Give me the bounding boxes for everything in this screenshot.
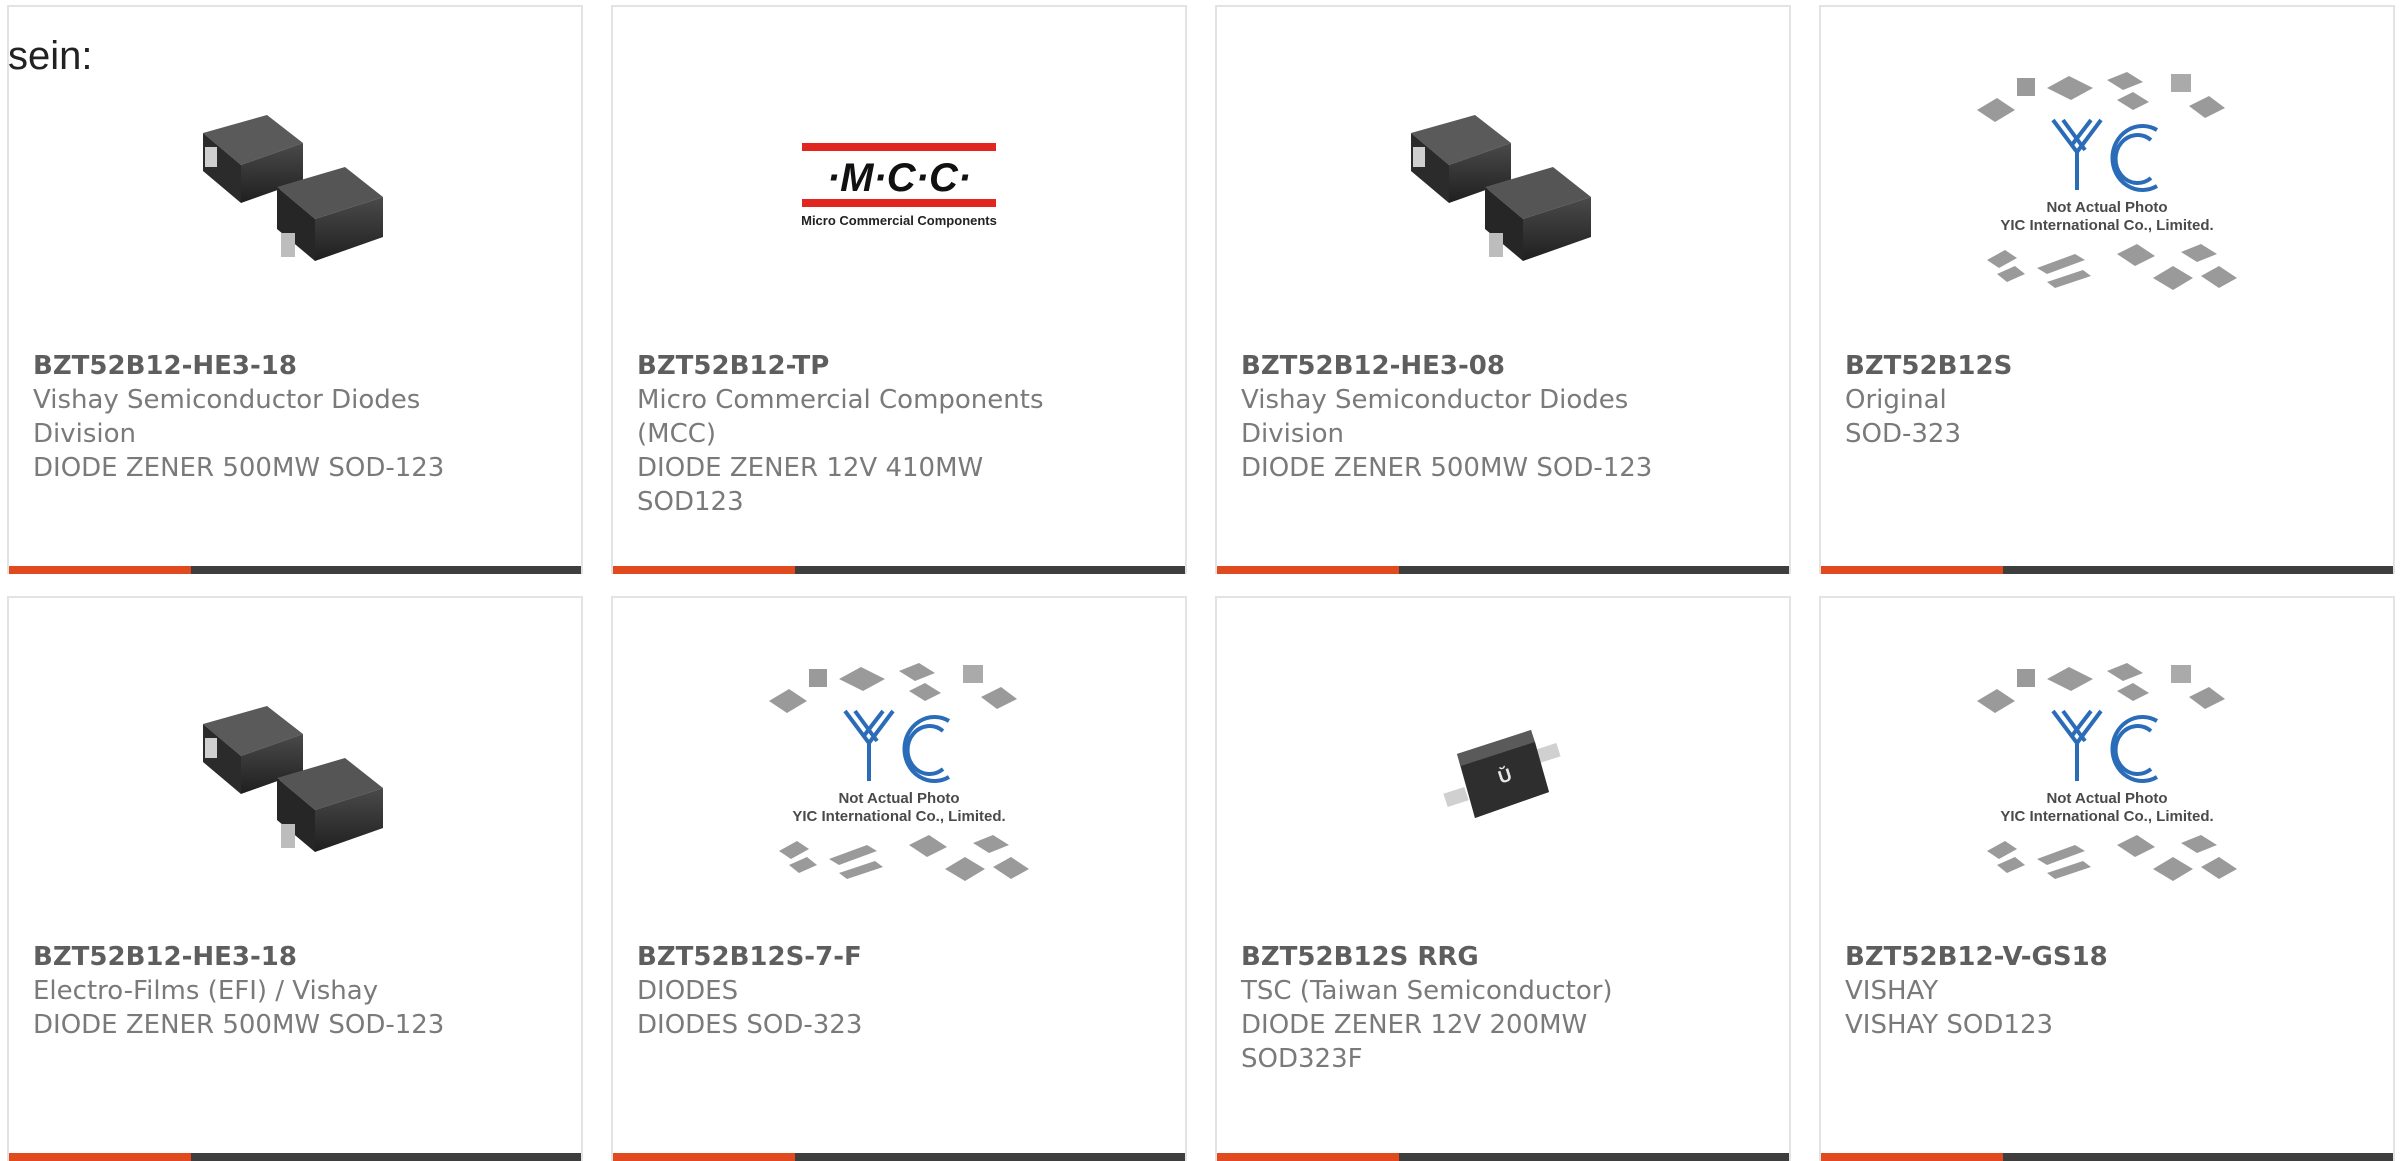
part-number-link[interactable]: BZT52B12-HE3-08: [1241, 349, 1681, 383]
part-number-link[interactable]: BZT52B12-HE3-18: [33, 940, 473, 974]
card-footer-accent: [9, 566, 191, 574]
product-image[interactable]: [9, 656, 581, 896]
part-number-link[interactable]: BZT52B12-TP: [637, 349, 1077, 383]
card-footer-accent: [613, 1153, 795, 1161]
manufacturer: DIODES: [637, 976, 739, 1006]
placeholder-line1: Not Actual Photo: [838, 790, 959, 807]
sod323f-package-icon: Ŭ: [1443, 730, 1561, 818]
manufacturer: TSC (Taiwan Semiconductor): [1241, 976, 1613, 1006]
placeholder-line2: YIC International Co., Limited.: [792, 808, 1005, 825]
manufacturer: Original: [1845, 385, 1947, 415]
card-footer-bar: [613, 1153, 1185, 1161]
product-card[interactable]: Not Actual Photo YIC International Co., …: [611, 596, 1187, 1161]
card-footer-accent: [9, 1153, 191, 1161]
placeholder-line2: YIC International Co., Limited.: [2000, 217, 2213, 234]
description: DIODES SOD-323: [637, 1010, 863, 1040]
placeholder-line2: YIC International Co., Limited.: [2000, 808, 2213, 825]
product-image[interactable]: ·M·C·C· Micro Commercial Components: [613, 65, 1185, 305]
mcc-logo-icon: ·M·C·C· Micro Commercial Components: [801, 143, 997, 228]
part-number-link[interactable]: BZT52B12-HE3-18: [33, 349, 473, 383]
product-info: BZT52B12S RRG TSC (Taiwan Semiconductor)…: [1241, 940, 1681, 1076]
product-info: BZT52B12-V-GS18 VISHAY VISHAY SOD123: [1845, 940, 2285, 1042]
manufacturer: Electro-Films (EFI) / Vishay: [33, 976, 379, 1006]
manufacturer: VISHAY: [1845, 976, 1939, 1006]
card-footer-bar: [1821, 566, 2393, 574]
card-footer-accent: [1821, 566, 2003, 574]
product-card[interactable]: BZT52B12-HE3-18 Vishay Semiconductor Dio…: [7, 5, 583, 574]
manufacturer: Vishay Semiconductor Diodes Division: [33, 385, 421, 449]
card-footer-bar: [613, 566, 1185, 574]
product-image[interactable]: Not Actual Photo YIC International Co., …: [1821, 656, 2393, 896]
part-number-link[interactable]: BZT52B12S-7-F: [637, 940, 1077, 974]
description: DIODE ZENER 500MW SOD-123: [33, 1010, 445, 1040]
manufacturer: Vishay Semiconductor Diodes Division: [1241, 385, 1629, 449]
product-card[interactable]: Not Actual Photo YIC International Co., …: [1819, 5, 2395, 574]
sod123-package-icon: [203, 115, 383, 261]
product-image[interactable]: [1217, 65, 1789, 305]
yic-placeholder-icon: Not Actual Photo YIC International Co., …: [769, 663, 1029, 881]
mcc-logo-text: ·M·C·C·: [827, 156, 971, 200]
card-footer-bar: [1217, 566, 1789, 574]
yic-placeholder-icon: Not Actual Photo YIC International Co., …: [1977, 663, 2237, 881]
product-image[interactable]: [9, 65, 581, 305]
product-card[interactable]: ·M·C·C· Micro Commercial Components BZT5…: [611, 5, 1187, 574]
product-info: BZT52B12-HE3-18 Electro-Films (EFI) / Vi…: [33, 940, 473, 1042]
product-info: BZT52B12S Original SOD-323: [1845, 349, 2285, 451]
sod123-package-icon: [1411, 115, 1591, 261]
product-card[interactable]: BZT52B12-HE3-08 Vishay Semiconductor Dio…: [1215, 5, 1791, 574]
product-info: BZT52B12-HE3-18 Vishay Semiconductor Dio…: [33, 349, 473, 485]
manufacturer: Micro Commercial Components (MCC): [637, 385, 1044, 449]
card-footer-accent: [1217, 566, 1399, 574]
sod123-package-icon: [203, 706, 383, 852]
card-footer-accent: [613, 566, 795, 574]
product-info: BZT52B12-HE3-08 Vishay Semiconductor Dio…: [1241, 349, 1681, 485]
description: VISHAY SOD123: [1845, 1010, 2054, 1040]
description: DIODE ZENER 12V 200MW SOD323F: [1241, 1010, 1588, 1074]
product-image[interactable]: Not Actual Photo YIC International Co., …: [1821, 65, 2393, 305]
part-number-link[interactable]: BZT52B12S RRG: [1241, 940, 1681, 974]
card-footer-bar: [9, 566, 581, 574]
card-footer-bar: [1821, 1153, 2393, 1161]
description: DIODE ZENER 12V 410MW SOD123: [637, 453, 984, 517]
yic-placeholder-icon: Not Actual Photo YIC International Co., …: [1977, 72, 2237, 290]
product-card[interactable]: BZT52B12-HE3-18 Electro-Films (EFI) / Vi…: [7, 596, 583, 1161]
product-image[interactable]: Ŭ: [1217, 656, 1789, 896]
intro-text: sein:: [8, 34, 93, 78]
product-info: BZT52B12S-7-F DIODES DIODES SOD-323: [637, 940, 1077, 1042]
placeholder-line1: Not Actual Photo: [2046, 790, 2167, 807]
product-card[interactable]: Not Actual Photo YIC International Co., …: [1819, 596, 2395, 1161]
mcc-logo-subtext: Micro Commercial Components: [801, 213, 997, 228]
product-card[interactable]: Ŭ BZT52B12S RRG TSC (Taiwan Semiconducto…: [1215, 596, 1791, 1161]
card-footer-bar: [1217, 1153, 1789, 1161]
description: DIODE ZENER 500MW SOD-123: [1241, 453, 1653, 483]
product-info: BZT52B12-TP Micro Commercial Components …: [637, 349, 1077, 519]
part-number-link[interactable]: BZT52B12-V-GS18: [1845, 940, 2285, 974]
placeholder-line1: Not Actual Photo: [2046, 199, 2167, 216]
description: SOD-323: [1845, 419, 1961, 449]
product-image[interactable]: Not Actual Photo YIC International Co., …: [613, 656, 1185, 896]
card-footer-accent: [1217, 1153, 1399, 1161]
part-number-link[interactable]: BZT52B12S: [1845, 349, 2285, 383]
card-footer-accent: [1821, 1153, 2003, 1161]
card-footer-bar: [9, 1153, 581, 1161]
description: DIODE ZENER 500MW SOD-123: [33, 453, 445, 483]
product-grid-page: sein: BZT52B12-HE3-18 Vishay Semiconduct…: [0, 0, 2400, 1161]
